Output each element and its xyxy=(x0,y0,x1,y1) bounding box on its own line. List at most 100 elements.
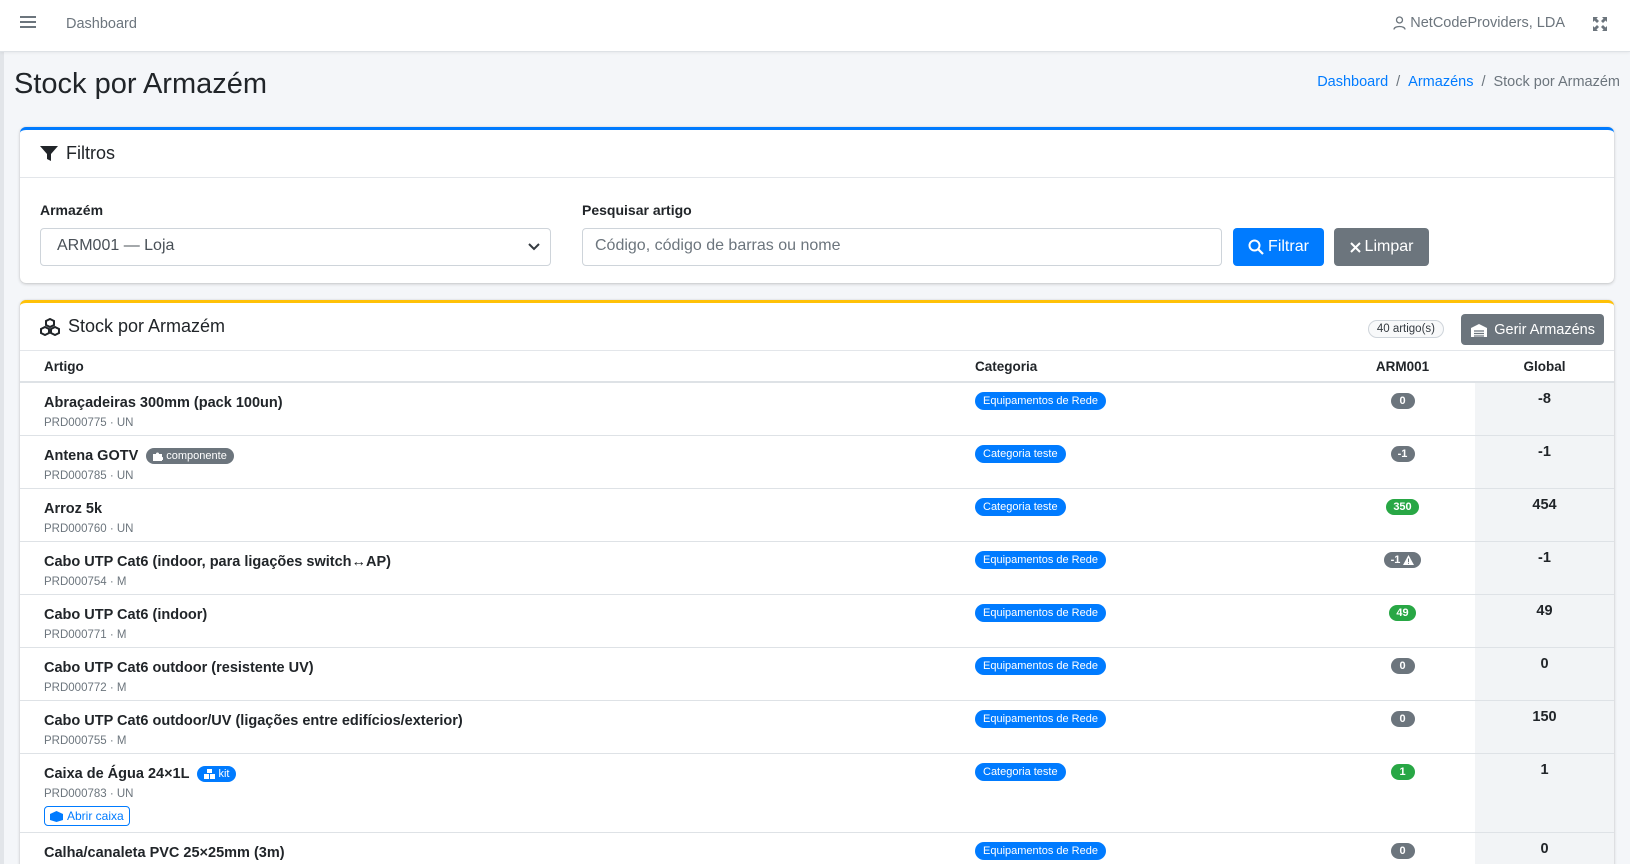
puzzle-icon xyxy=(153,452,164,461)
box-icon xyxy=(50,810,63,822)
warehouse-qty-cell: 0 xyxy=(1330,700,1475,754)
user-menu[interactable]: NetCodeProviders, LDA xyxy=(1393,15,1565,31)
stock-table: Artigo Categoria ARM001 Global Abraçadei… xyxy=(20,351,1614,864)
table-row: Arroz 5k PRD000760 · UN Categoria teste 350… xyxy=(20,488,1614,542)
warehouse-qty-badge: 0 xyxy=(1390,658,1415,674)
article-name[interactable]: Cabo UTP Cat6 (indoor) xyxy=(44,607,207,623)
article-name-line: Calha/canaleta PVC 25×25mm (3m) xyxy=(44,843,975,863)
warehouse-qty-value: 1 xyxy=(1399,766,1406,778)
article-type-badge: kit xyxy=(197,766,237,782)
category-badge: Equipamentos de Rede xyxy=(975,604,1106,622)
global-qty-cell: 49 xyxy=(1475,594,1614,648)
warehouse-qty-value: 0 xyxy=(1399,713,1406,725)
column-header-warehouse[interactable]: ARM001 xyxy=(1330,351,1475,383)
article-name-line: Cabo UTP Cat6 outdoor/UV (ligações entre… xyxy=(44,711,975,731)
article-name[interactable]: Cabo UTP Cat6 (indoor, para ligações swi… xyxy=(44,554,391,570)
warehouse-qty-badge: 0 xyxy=(1390,843,1415,859)
article-meta: PRD000755 · M xyxy=(44,735,127,747)
nav-dashboard-link[interactable]: Dashboard xyxy=(66,16,137,32)
table-row: Cabo UTP Cat6 outdoor (resistente UV) PRD… xyxy=(20,647,1614,701)
warehouse-qty-value: 49 xyxy=(1396,607,1409,619)
close-icon xyxy=(1349,241,1361,253)
kit-icon xyxy=(204,769,216,779)
article-meta: PRD000785 · UN xyxy=(44,470,134,482)
article-meta: PRD000783 · UN xyxy=(44,788,134,800)
filter-icon xyxy=(40,145,58,161)
article-cell: Caixa de Água 24×1L kit PRD000783 · UN Abri… xyxy=(20,753,975,833)
breadcrumb-separator: / xyxy=(1481,74,1486,90)
global-qty-value: 0 xyxy=(1540,656,1549,672)
table-row: Antena GOTV componente PRD000785 · UN Categ… xyxy=(20,435,1614,489)
search-icon xyxy=(1248,239,1264,255)
column-header-article[interactable]: Artigo xyxy=(20,351,975,383)
article-name[interactable]: Calha/canaleta PVC 25×25mm (3m) xyxy=(44,845,285,861)
category-cell: Equipamentos de Rede xyxy=(975,382,1330,436)
open-box-label: Abrir caixa xyxy=(67,809,124,823)
manage-warehouses-button[interactable]: Gerir Armazéns xyxy=(1461,314,1604,345)
warehouse-qty-badge: 0 xyxy=(1390,711,1415,727)
warehouse-qty-value: 0 xyxy=(1399,395,1406,407)
clear-button[interactable]: Limpar xyxy=(1334,228,1429,266)
warning-icon xyxy=(1403,555,1415,565)
warehouse-icon xyxy=(1471,323,1488,337)
article-name-line: Cabo UTP Cat6 (indoor, para ligações swi… xyxy=(44,552,975,572)
global-qty-value: -1 xyxy=(1538,444,1551,460)
breadcrumb-warehouses[interactable]: Armazéns xyxy=(1408,74,1473,90)
article-type-badge: componente xyxy=(146,448,234,464)
warehouse-select[interactable]: ARM001 — Loja xyxy=(40,228,551,266)
article-cell: Arroz 5k PRD000760 · UN xyxy=(20,488,975,542)
category-badge: Categoria teste xyxy=(975,498,1066,516)
global-qty-cell: 0 xyxy=(1475,832,1614,864)
article-cell: Cabo UTP Cat6 (indoor, para ligações swi… xyxy=(20,541,975,595)
category-cell: Categoria teste xyxy=(975,435,1330,489)
warehouse-qty-cell: 1 xyxy=(1330,753,1475,833)
manage-warehouses-label: Gerir Armazéns xyxy=(1494,321,1595,338)
article-cell: Calha/canaleta PVC 25×25mm (3m) xyxy=(20,832,975,864)
search-input[interactable]: Código, código de barras ou nome xyxy=(582,228,1222,266)
global-qty-value: -8 xyxy=(1538,391,1551,407)
article-meta: PRD000772 · M xyxy=(44,682,127,694)
article-name[interactable]: Arroz 5k xyxy=(44,501,102,517)
open-box-button[interactable]: Abrir caixa xyxy=(44,806,130,826)
column-header-category[interactable]: Categoria xyxy=(975,351,1330,383)
article-name-line: Arroz 5k xyxy=(44,499,975,519)
global-qty-value: 150 xyxy=(1532,709,1557,725)
warehouse-qty-cell: -1 xyxy=(1330,541,1475,595)
article-name[interactable]: Caixa de Água 24×1L xyxy=(44,766,189,782)
stock-table-body: Abraçadeiras 300mm (pack 100un) PRD000775… xyxy=(20,382,1614,864)
article-meta: PRD000754 · M xyxy=(44,576,127,588)
filter-button[interactable]: Filtrar xyxy=(1233,228,1324,266)
global-qty-value: 49 xyxy=(1536,603,1553,619)
global-qty-cell: -8 xyxy=(1475,382,1614,436)
warehouse-qty-value: 0 xyxy=(1399,660,1406,672)
global-qty-value: -1 xyxy=(1538,550,1551,566)
warehouse-qty-badge: 49 xyxy=(1389,605,1416,621)
article-name[interactable]: Cabo UTP Cat6 outdoor (resistente UV) xyxy=(44,660,314,676)
table-row: Cabo UTP Cat6 outdoor/UV (ligações entre… xyxy=(20,700,1614,754)
article-name[interactable]: Abraçadeiras 300mm (pack 100un) xyxy=(44,395,283,411)
category-badge: Equipamentos de Rede xyxy=(975,842,1106,860)
menu-toggle-icon[interactable] xyxy=(20,16,36,30)
breadcrumb-dashboard[interactable]: Dashboard xyxy=(1317,74,1388,90)
stock-card: Stock por Armazém 40 artigo(s) Gerir Arm… xyxy=(20,300,1614,864)
category-cell: Categoria teste xyxy=(975,488,1330,542)
article-name-line: Antena GOTV componente xyxy=(44,446,975,466)
article-name[interactable]: Cabo UTP Cat6 outdoor/UV (ligações entre… xyxy=(44,713,463,729)
column-header-global[interactable]: Global xyxy=(1475,351,1614,383)
table-row: Caixa de Água 24×1L kit PRD000783 · UN Abri… xyxy=(20,753,1614,833)
category-cell: Categoria teste xyxy=(975,753,1330,833)
warehouse-qty-cell: 0 xyxy=(1330,647,1475,701)
category-cell: Equipamentos de Rede xyxy=(975,832,1330,864)
table-row: Calha/canaleta PVC 25×25mm (3m) Equipamen… xyxy=(20,832,1614,864)
article-cell: Cabo UTP Cat6 outdoor/UV (ligações entre… xyxy=(20,700,975,754)
article-meta: PRD000771 · M xyxy=(44,629,127,641)
stock-title: Stock por Armazém xyxy=(68,316,226,336)
article-type-label: componente xyxy=(166,450,227,462)
filters-card: Filtros Armazém Pesquisar artigo ARM001 … xyxy=(20,127,1614,283)
warehouse-qty-value: 350 xyxy=(1393,501,1412,513)
fullscreen-icon[interactable] xyxy=(1592,16,1608,32)
article-cell: Cabo UTP Cat6 (indoor) PRD000771 · M xyxy=(20,594,975,648)
warehouse-qty-cell: -1 xyxy=(1330,435,1475,489)
article-name[interactable]: Antena GOTV xyxy=(44,448,138,464)
category-cell: Equipamentos de Rede xyxy=(975,541,1330,595)
